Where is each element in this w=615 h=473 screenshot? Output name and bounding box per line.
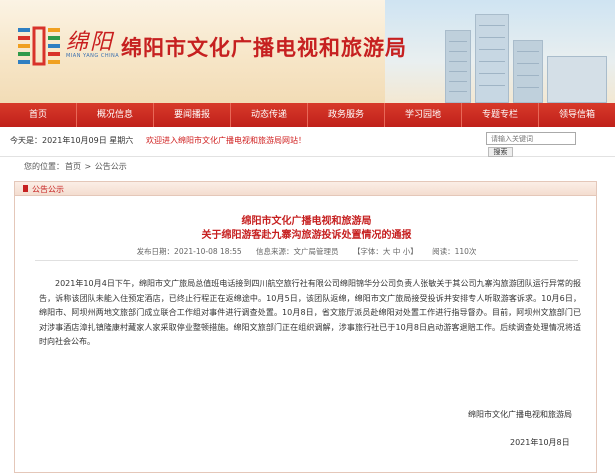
breadcrumb-prefix: 您的位置： [24,162,64,171]
breadcrumb-separator: > [82,162,94,171]
logo-subtext: MIAN YANG CHINA [66,53,120,59]
meta-divider [35,260,578,261]
section-label: 公告公示 [32,185,64,194]
logo-text: 绵阳 [66,30,115,55]
article-body: 2021年10月4日下午，绵阳市文广旅局总值班电话接到四川航空旅行社有限公司绵阳… [39,279,581,347]
breadcrumb: 您的位置：首页 > 公告公示 [24,161,128,172]
site-title: 绵阳市文化广播电视和旅游局 [121,36,407,60]
nav-item-topics[interactable]: 专题专栏 [462,103,538,127]
nav-item-services[interactable]: 政务服务 [308,103,384,127]
info-source: 信息来源：文广局管理员 [256,247,339,256]
font-size-control[interactable]: 【字体：大 中 小】 [353,247,418,256]
nav-item-home[interactable]: 首页 [0,103,76,127]
article-title-line2: 关于绵阳游客赴九寨沟旅游投诉处置情况的通报 [201,230,412,241]
city-logo-icon [18,26,60,66]
building-shape [547,56,607,103]
nav-item-overview[interactable]: 概况信息 [77,103,153,127]
search-button[interactable]: 搜索 [488,147,513,157]
panel-header: 公告公示 [15,182,596,196]
signature-date: 2021年10月8日 [510,438,570,447]
article-title-line1: 绵阳市文化广播电视和旅游局 [241,216,372,227]
nav-item-mailbox[interactable]: 领导信箱 [539,103,615,127]
header-banner: 绵阳 MIAN YANG CHINA 绵阳市文化广播电视和旅游局 [0,0,615,103]
nav-item-updates[interactable]: 动态传递 [231,103,307,127]
building-shape [445,30,471,103]
nav-item-news[interactable]: 要闻播报 [154,103,230,127]
search-input[interactable] [486,132,576,145]
current-date: 今天是：2021年10月09日 星期六 [10,136,134,145]
banner-skyline-image [385,0,615,103]
info-bar: 今天是：2021年10月09日 星期六 欢迎进入绵阳市文化广播电视和旅游局网站！… [0,127,615,157]
publish-time: 发布日期：2021-10-08 18:55 [136,247,242,256]
section-marker-icon [23,185,28,192]
breadcrumb-home-link[interactable]: 首页 [65,162,81,171]
signature-organization: 绵阳市文化广播电视和旅游局 [468,410,572,419]
welcome-message: 欢迎进入绵阳市文化广播电视和旅游局网站！ [146,136,306,145]
nav-item-learning[interactable]: 学习园地 [385,103,461,127]
content-panel: 公告公示 绵阳市文化广播电视和旅游局 关于绵阳游客赴九寨沟旅游投诉处置情况的通报… [14,181,597,473]
main-nav: 首页 概况信息 要闻播报 动态传递 政务服务 学习园地 专题专栏 领导信箱 [0,103,615,127]
view-count: 阅读：110次 [432,247,477,256]
building-shape [513,40,543,103]
breadcrumb-current-link[interactable]: 公告公示 [95,162,127,171]
article-meta: 发布日期：2021-10-08 18:55 信息来源：文广局管理员 【字体：大 … [15,246,598,257]
building-shape [475,14,509,103]
